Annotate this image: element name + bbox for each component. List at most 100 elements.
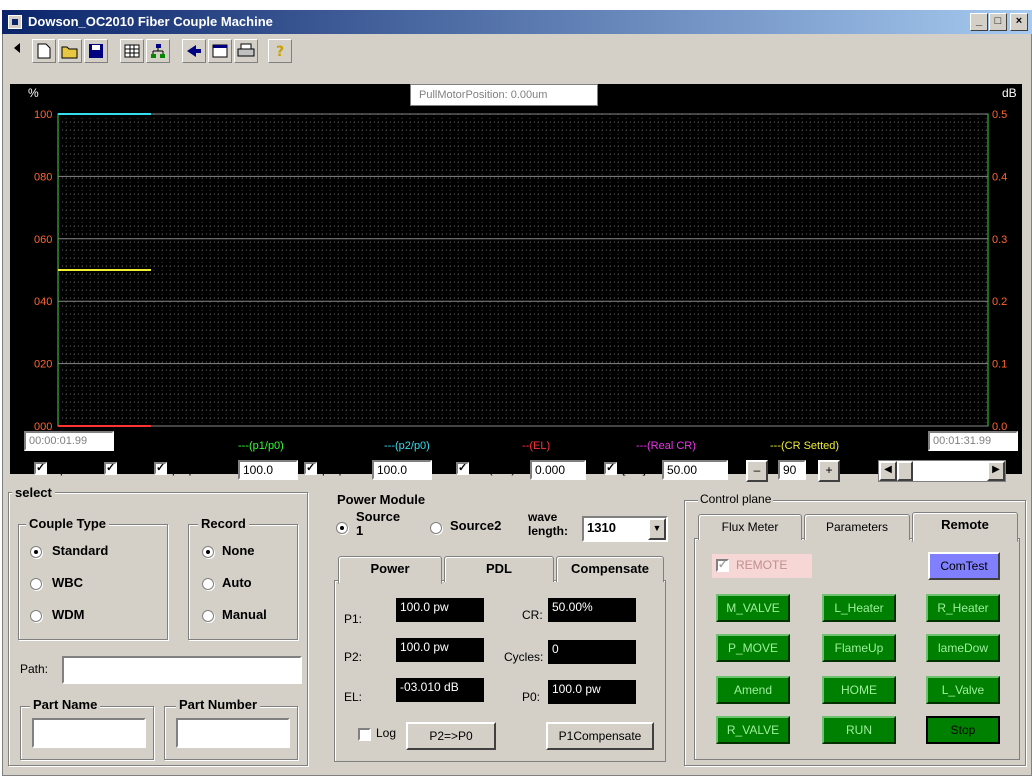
wavelength-select[interactable]: 1310 ▼ — [582, 516, 668, 542]
tab-compensate[interactable]: Compensate — [556, 556, 664, 582]
source2-label: Source2 — [450, 518, 502, 533]
p1p0-label: p1/p0 — [172, 462, 203, 476]
home-button[interactable]: HOME — [822, 676, 896, 704]
path-label: Path: — [20, 662, 49, 676]
left-tick-label: 020 — [34, 359, 52, 371]
remote-label: REMOTE — [736, 558, 788, 572]
scroll-left-icon[interactable]: ◀ — [879, 461, 897, 481]
p2-value: 100.0 pw — [396, 638, 484, 662]
time-end: 00:01:31.99 — [928, 431, 1018, 451]
el-checkbox[interactable]: ✓ — [456, 462, 469, 475]
p2-to-p0-button[interactable]: P2=>P0 — [406, 722, 496, 750]
tab-remote[interactable]: Remote — [912, 512, 1018, 542]
spline-checkbox[interactable]: ✓ — [34, 462, 47, 475]
grid-icon[interactable] — [120, 39, 144, 63]
window-title: Dowson_OC2010 Fiber Couple Machine — [28, 14, 273, 29]
wbc-label: WBC — [52, 575, 84, 590]
left-tick-label: 060 — [34, 234, 52, 246]
chevron-down-icon[interactable]: ▼ — [648, 518, 666, 540]
close-button[interactable]: × — [1010, 13, 1028, 31]
toolbar: ? — [6, 36, 1026, 66]
cr-value: 50.00% — [548, 598, 636, 622]
radio-source1[interactable] — [336, 522, 348, 534]
p1p0-checkbox[interactable]: ✓ — [154, 462, 167, 475]
p1p0-field[interactable]: 100.0 — [238, 460, 298, 480]
l-heater-button[interactable]: L_Heater — [822, 594, 896, 622]
spin-field[interactable]: 90 — [778, 460, 806, 480]
radio-wbc[interactable] — [30, 578, 42, 590]
part-name-input[interactable] — [32, 718, 146, 748]
tab-parameters[interactable]: Parameters — [804, 514, 910, 540]
radio-source2[interactable] — [430, 522, 442, 534]
standard-label: Standard — [52, 543, 109, 558]
chart-panel: 100 0.5 080 0.4 060 0.3 040 0.2 020 0.1 000 0.0 % d… — [10, 84, 1022, 474]
cr-checkbox[interactable]: ✓ — [604, 462, 617, 475]
network-icon[interactable] — [146, 39, 170, 63]
left-axis-unit: % — [28, 86, 39, 100]
stop-button[interactable]: Stop — [926, 716, 1000, 744]
tab-power[interactable]: Power — [338, 556, 442, 584]
p2p0-field[interactable]: 100.0 — [372, 460, 432, 480]
couple-type-title: Couple Type — [26, 516, 110, 531]
properties-icon[interactable] — [208, 39, 232, 63]
comtest-button[interactable]: ComTest — [928, 552, 1000, 580]
power-module-title: Power Module — [334, 492, 429, 507]
cr-field[interactable]: 50.00 — [662, 460, 728, 480]
new-file-icon[interactable] — [32, 39, 56, 63]
horizontal-scrollbar[interactable]: ◀ ▶ — [878, 460, 1006, 482]
help-icon[interactable]: ? — [268, 39, 292, 63]
log-label: Log — [376, 726, 397, 740]
title-bar[interactable]: Dowson_OC2010 Fiber Couple Machine _ □ × — [2, 10, 1032, 34]
p2p0-checkbox[interactable]: ✓ — [304, 462, 317, 475]
p0-label: P0: — [522, 690, 541, 704]
right-tick-label: 0.4 — [992, 171, 1007, 183]
tab-flux-meter[interactable]: Flux Meter — [698, 514, 802, 540]
radio-standard[interactable] — [30, 546, 42, 558]
m-valve-button[interactable]: M_VALVE — [716, 594, 790, 622]
select-title: select — [12, 485, 55, 500]
arrow-left-icon[interactable] — [8, 39, 26, 63]
save-icon[interactable] — [84, 39, 108, 63]
scroll-thumb[interactable] — [897, 461, 913, 481]
radio-manual[interactable] — [202, 610, 214, 622]
r-heater-button[interactable]: R_Heater — [926, 594, 1000, 622]
source1-label: Source 1 — [356, 509, 401, 538]
l-valve-button[interactable]: L_Valve — [926, 676, 1000, 704]
el-label: EL(-dB) — [474, 462, 516, 476]
flame-down-button[interactable]: lameDow — [926, 634, 1000, 662]
radio-wdm[interactable] — [30, 610, 42, 622]
minimize-button[interactable]: _ — [970, 13, 988, 31]
increment-button[interactable]: + — [818, 460, 840, 482]
none-label: None — [222, 543, 255, 558]
part-number-input[interactable] — [176, 718, 290, 748]
scroll-right-icon[interactable]: ▶ — [987, 461, 1005, 481]
log-checkbox[interactable] — [358, 728, 371, 741]
position-label: PullMotorPosition: 0.00um — [410, 84, 598, 106]
el-value: -03.010 dB — [396, 678, 484, 702]
decrement-button[interactable]: – — [746, 460, 768, 482]
p-move-button[interactable]: P_MOVE — [716, 634, 790, 662]
grid-checkbox[interactable]: ✓ — [104, 462, 117, 475]
svg-text:?: ? — [276, 44, 284, 59]
p1-compensate-button[interactable]: P1Compensate — [546, 722, 654, 750]
flame-up-button[interactable]: FlameUp — [822, 634, 896, 662]
remote-checkbox-area[interactable]: ✓ REMOTE — [712, 554, 812, 578]
r-valve-button[interactable]: R_VALVE — [716, 716, 790, 744]
left-tick-label: 080 — [34, 171, 52, 183]
path-input[interactable] — [62, 656, 302, 684]
send-icon[interactable] — [182, 39, 206, 63]
maximize-button[interactable]: □ — [989, 13, 1007, 31]
tab-pdl[interactable]: PDL — [444, 556, 554, 582]
print-icon[interactable] — [234, 39, 258, 63]
el-field[interactable]: 0.000 — [530, 460, 586, 480]
cr-display-label: CR: — [522, 608, 543, 622]
radio-none[interactable] — [202, 546, 214, 558]
run-button[interactable]: RUN — [822, 716, 896, 744]
remote-checkbox[interactable]: ✓ — [716, 559, 729, 572]
p2p0-label: p2/p0 — [322, 462, 353, 476]
radio-auto[interactable] — [202, 578, 214, 590]
right-tick-label: 0.5 — [992, 109, 1007, 121]
legend-cr-setted: ---(CR Setted) — [770, 440, 840, 452]
amend-button[interactable]: Amend — [716, 676, 790, 704]
open-folder-icon[interactable] — [58, 39, 82, 63]
